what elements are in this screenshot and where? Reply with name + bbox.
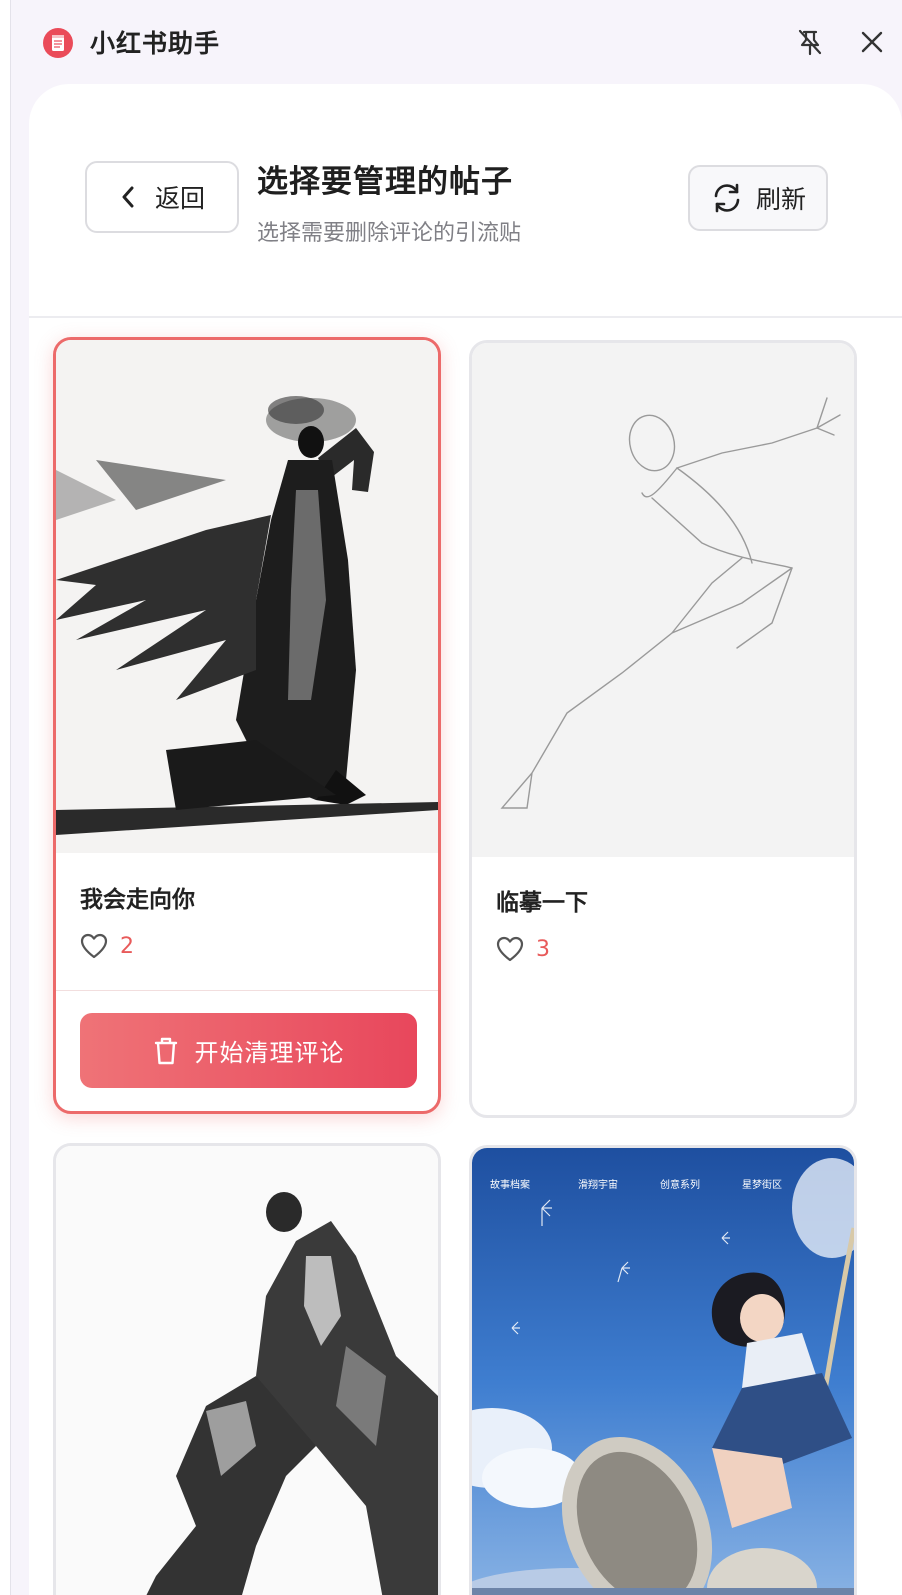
unpin-button[interactable] xyxy=(790,22,830,62)
back-button[interactable]: 返回 xyxy=(85,161,239,233)
post-title: 我会走向你 xyxy=(80,887,195,913)
poster-text: 故事档案 xyxy=(490,1178,530,1191)
post-thumbnail xyxy=(56,1146,438,1595)
post-likes: 3 xyxy=(496,936,550,962)
chevron-left-icon xyxy=(122,186,134,208)
post-card[interactable]: 故事档案 滑翔宇宙 创意系列 星梦街区 xyxy=(469,1145,857,1595)
poster-text: 创意系列 xyxy=(660,1178,700,1191)
like-count: 3 xyxy=(536,936,550,962)
poster-text: 星梦街区 xyxy=(742,1178,782,1191)
close-icon xyxy=(861,31,883,53)
clean-comments-button[interactable]: 开始清理评论 xyxy=(80,1013,417,1088)
post-card[interactable] xyxy=(53,1143,441,1595)
notebook-icon xyxy=(43,28,73,58)
poster-text: 滑翔宇宙 xyxy=(578,1178,618,1191)
left-rail xyxy=(0,0,11,1595)
post-thumbnail xyxy=(56,340,438,853)
unpin-icon xyxy=(798,29,822,56)
close-button[interactable] xyxy=(852,22,892,62)
page-header: 返回 选择要管理的帖子 选择需要删除评论的引流贴 刷新 xyxy=(29,84,902,318)
post-thumbnail: 故事档案 滑翔宇宙 创意系列 星梦街区 xyxy=(472,1148,854,1595)
post-card[interactable]: 我会走向你 2 开始清理评论 xyxy=(53,337,441,1114)
trash-icon xyxy=(154,1037,177,1064)
page-subtitle: 选择需要删除评论的引流贴 xyxy=(257,221,522,246)
heart-icon xyxy=(80,933,108,959)
card-divider xyxy=(56,990,438,991)
app-title: 小红书助手 xyxy=(90,29,221,58)
post-title: 临摹一下 xyxy=(496,890,588,916)
refresh-button[interactable]: 刷新 xyxy=(688,165,828,231)
post-thumbnail xyxy=(472,343,854,857)
page-title: 选择要管理的帖子 xyxy=(257,164,513,200)
title-bar: 小红书助手 xyxy=(10,0,902,84)
heart-icon xyxy=(496,936,524,962)
post-likes: 2 xyxy=(80,933,134,959)
clean-comments-label: 开始清理评论 xyxy=(194,1039,345,1067)
back-button-label: 返回 xyxy=(154,184,205,213)
refresh-icon xyxy=(714,183,740,213)
like-count: 2 xyxy=(120,933,134,959)
post-card[interactable]: 临摹一下 3 xyxy=(469,340,857,1118)
app-window: 小红书助手 返回 选择要管理的帖子 选择需要删除评论的引流贴 刷新 我会走向你 … xyxy=(0,0,902,1595)
title-block: 选择要管理的帖子 选择需要删除评论的引流贴 xyxy=(257,156,521,247)
refresh-button-label: 刷新 xyxy=(755,185,806,214)
